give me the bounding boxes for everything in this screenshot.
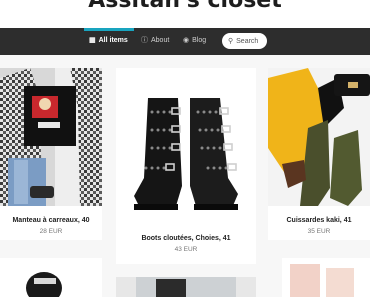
nav-blog[interactable]: ◉ Blog	[183, 37, 206, 44]
search-label: Search	[236, 37, 259, 45]
product-title: Cuissardes kaki, 41	[286, 217, 352, 224]
product-card-1[interactable]: Manteau à carreaux, 40 28 EUR	[0, 68, 102, 240]
nav-about-label: About	[151, 37, 170, 44]
nav-all-items-label: All items	[98, 37, 128, 44]
product-price: 28 EUR	[39, 228, 63, 235]
grid-icon: ▦	[89, 37, 96, 44]
product-price: 35 EUR	[307, 228, 331, 235]
product-card-2[interactable]: Boots cloutées, Choies, 41 43 EUR	[116, 68, 256, 264]
nav-about[interactable]: ⓘ About	[141, 37, 169, 44]
product-photo-6	[282, 258, 370, 297]
product-photo-khaki-boots	[268, 68, 370, 206]
header: Assitan's closet	[0, 0, 370, 28]
site-title: Assitan's closet	[88, 0, 282, 13]
nav-active-indicator	[84, 28, 134, 31]
info-icon: ⓘ	[141, 37, 148, 44]
product-price: 43 EUR	[174, 246, 198, 253]
product-card-4[interactable]	[0, 258, 102, 297]
product-photo-4	[0, 258, 102, 297]
search-icon: ⚲	[228, 37, 234, 45]
product-photo-boots	[116, 68, 256, 228]
nav-all-items[interactable]: ▦ All items	[89, 37, 128, 44]
product-title: Manteau à carreaux, 40	[12, 217, 90, 224]
product-card-6[interactable]	[282, 258, 370, 297]
nav-blog-label: Blog	[192, 37, 207, 44]
globe-icon: ◉	[183, 37, 190, 44]
product-photo-5	[116, 277, 256, 297]
product-title: Boots cloutées, Choies, 41	[141, 235, 231, 242]
product-card-3[interactable]: Cuissardes kaki, 41 35 EUR	[268, 68, 370, 240]
product-photo-coat	[0, 68, 102, 206]
search-button[interactable]: ⚲ Search	[222, 33, 267, 49]
product-card-5[interactable]	[116, 277, 256, 297]
